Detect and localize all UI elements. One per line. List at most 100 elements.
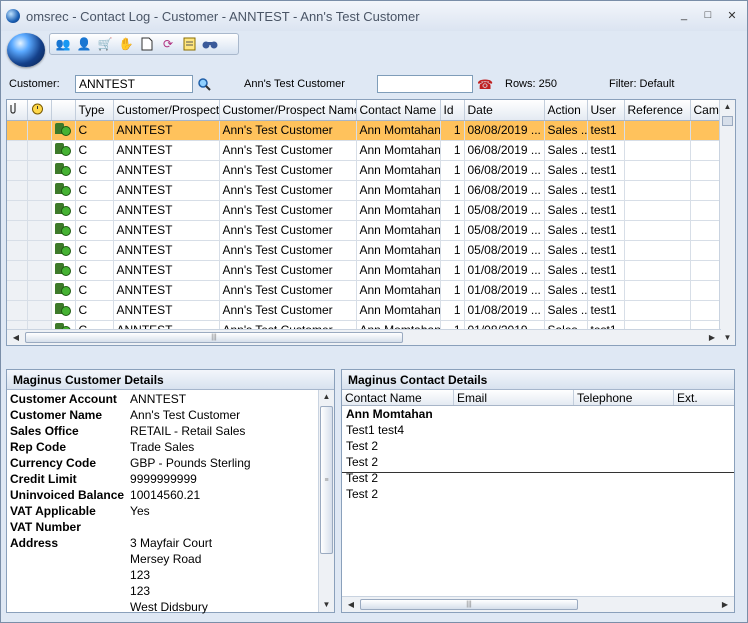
table-row[interactable]: CANNTESTAnn's Test CustomerAnn Momtahan1… <box>7 120 735 141</box>
contact-horizontal-scrollbar[interactable]: ◀ ||| ▶ <box>342 596 734 612</box>
document-icon[interactable] <box>138 36 156 52</box>
table-row[interactable]: CANNTESTAnn's Test CustomerAnn Momtahan1… <box>7 300 735 321</box>
attachment-column-header[interactable] <box>7 100 28 121</box>
notes-icon[interactable] <box>180 36 198 52</box>
row-timer-cell <box>27 200 52 221</box>
detail-value: Mersey Road <box>130 552 202 566</box>
ext-column-header[interactable]: Ext. <box>674 390 734 405</box>
grid-vertical-scrollbar[interactable]: ▲ ▼ <box>719 100 735 345</box>
row-indicator[interactable] <box>7 260 28 281</box>
table-row[interactable]: CANNTESTAnn's Test CustomerAnn Momtahan1… <box>7 200 735 221</box>
timer-column-header[interactable] <box>27 100 52 121</box>
customer-column-header[interactable]: Customer/Prospect <box>113 100 220 121</box>
date-cell: 08/08/2019 ... <box>464 120 545 141</box>
row-indicator[interactable] <box>7 240 28 261</box>
user-column-header[interactable]: User <box>587 100 625 121</box>
customer-name-column-header[interactable]: Customer/Prospect Name <box>219 100 357 121</box>
date-column-header[interactable]: Date <box>464 100 545 121</box>
search-icon[interactable] <box>197 77 211 94</box>
date-cell: 06/08/2019 ... <box>464 160 545 181</box>
row-icon-cell <box>51 200 76 221</box>
user-cell: test1 <box>587 200 625 221</box>
contact-log-icon <box>54 222 71 236</box>
reference-column-header[interactable]: Reference <box>624 100 691 121</box>
scroll-left-icon[interactable]: ◀ <box>344 597 358 612</box>
contact-name-cell: Ann Momtahan <box>356 260 441 281</box>
scroll-thumb[interactable]: ||| <box>360 599 578 610</box>
id-cell: 1 <box>440 220 465 241</box>
cart-icon[interactable]: 🛒 <box>96 36 114 52</box>
row-icon-cell <box>51 140 76 161</box>
date-cell: 05/08/2019 ... <box>464 200 545 221</box>
row-indicator[interactable] <box>7 180 28 201</box>
close-button[interactable]: ✕ <box>723 7 741 23</box>
date-cell: 01/08/2019 ... <box>464 260 545 281</box>
customer-label: Customer: <box>9 78 60 90</box>
scroll-thumb[interactable] <box>722 116 733 126</box>
table-row[interactable]: CANNTESTAnn's Test CustomerAnn Momtahan1… <box>7 280 735 301</box>
customer-name-cell: Ann's Test Customer <box>219 180 357 201</box>
grid-horizontal-scrollbar[interactable]: ◀ ||| ▶ <box>7 329 721 345</box>
detail-value: 3 Mayfair Court <box>130 536 213 550</box>
reference-cell <box>624 220 691 241</box>
table-row[interactable]: CANNTESTAnn's Test CustomerAnn Momtahan1… <box>7 220 735 241</box>
customer-name-cell: Ann's Test Customer <box>219 220 357 241</box>
scroll-right-icon[interactable]: ▶ <box>718 597 732 612</box>
table-row[interactable]: CANNTESTAnn's Test CustomerAnn Momtahan1… <box>7 240 735 261</box>
minimize-button[interactable]: _ <box>675 7 693 23</box>
scroll-right-icon[interactable]: ▶ <box>705 330 719 345</box>
row-indicator[interactable] <box>7 120 28 141</box>
detail-label <box>7 567 127 583</box>
row-indicator[interactable] <box>7 280 28 301</box>
filter-row: Customer: ANNTEST Ann's Test Customer ☎ … <box>1 71 747 97</box>
contact-log-icon <box>54 302 71 316</box>
id-column-header[interactable]: Id <box>440 100 465 121</box>
detail-row: Address 3 Mayfair Court <box>7 535 254 551</box>
contact-row[interactable]: Test 2 <box>342 438 734 454</box>
type-column-header[interactable]: Type <box>75 100 114 121</box>
row-indicator[interactable] <box>7 220 28 241</box>
table-row[interactable]: CANNTESTAnn's Test CustomerAnn Momtahan1… <box>7 160 735 181</box>
scroll-down-icon[interactable]: ▼ <box>319 598 334 612</box>
people-icon[interactable]: 👤 <box>75 36 93 52</box>
refresh-icon[interactable]: ⟳ <box>159 36 177 52</box>
table-row[interactable]: CANNTESTAnn's Test CustomerAnn Momtahan1… <box>7 260 735 281</box>
scroll-thumb[interactable]: ||| <box>25 332 403 343</box>
customer-input[interactable]: ANNTEST <box>75 75 193 93</box>
scroll-up-icon[interactable]: ▲ <box>720 100 735 114</box>
row-indicator[interactable] <box>7 160 28 181</box>
table-row[interactable]: CANNTESTAnn's Test CustomerAnn Momtahan1… <box>7 180 735 201</box>
handshake-icon[interactable]: ✋ <box>117 36 135 52</box>
phone-search-input[interactable] <box>377 75 473 93</box>
table-row[interactable]: CANNTESTAnn's Test CustomerAnn Momtahan1… <box>7 140 735 161</box>
binoculars-icon[interactable] <box>201 36 219 52</box>
id-cell: 1 <box>440 120 465 141</box>
row-indicator[interactable] <box>7 140 28 161</box>
customer-name-cell: Ann's Test Customer <box>219 280 357 301</box>
telephone-icon[interactable]: ☎ <box>477 77 493 93</box>
telephone-column-header[interactable]: Telephone <box>574 390 674 405</box>
row-indicator[interactable] <box>7 300 28 321</box>
maximize-button[interactable]: □ <box>699 7 717 23</box>
users-icon[interactable]: 👥 <box>54 36 72 52</box>
icon-column-header[interactable] <box>51 100 76 121</box>
details-vertical-scrollbar[interactable]: ▲ ≡ ▼ <box>318 390 334 612</box>
filter-label: Filter: Default <box>609 78 675 90</box>
scroll-thumb[interactable]: ≡ <box>320 406 333 554</box>
row-indicator[interactable] <box>7 200 28 221</box>
contact-row[interactable]: Ann Momtahan <box>342 406 734 422</box>
scroll-left-icon[interactable]: ◀ <box>9 330 23 345</box>
email-column-header[interactable]: Email <box>454 390 574 405</box>
row-icon-cell <box>51 220 76 241</box>
contact-row[interactable]: Test1 test4 <box>342 422 734 438</box>
type-cell: C <box>75 140 114 161</box>
row-icon-cell <box>51 160 76 181</box>
contact-name-column-header[interactable]: Contact Name <box>356 100 441 121</box>
contact-name-column-header[interactable]: Contact Name <box>342 390 454 405</box>
scroll-down-icon[interactable]: ▼ <box>720 331 735 345</box>
contact-row[interactable]: Test 2 <box>342 486 734 502</box>
scroll-up-icon[interactable]: ▲ <box>319 390 334 404</box>
globe-logo-icon[interactable] <box>7 33 45 67</box>
action-column-header[interactable]: Action <box>544 100 588 121</box>
contact-row[interactable]: Test 2 <box>342 454 734 470</box>
